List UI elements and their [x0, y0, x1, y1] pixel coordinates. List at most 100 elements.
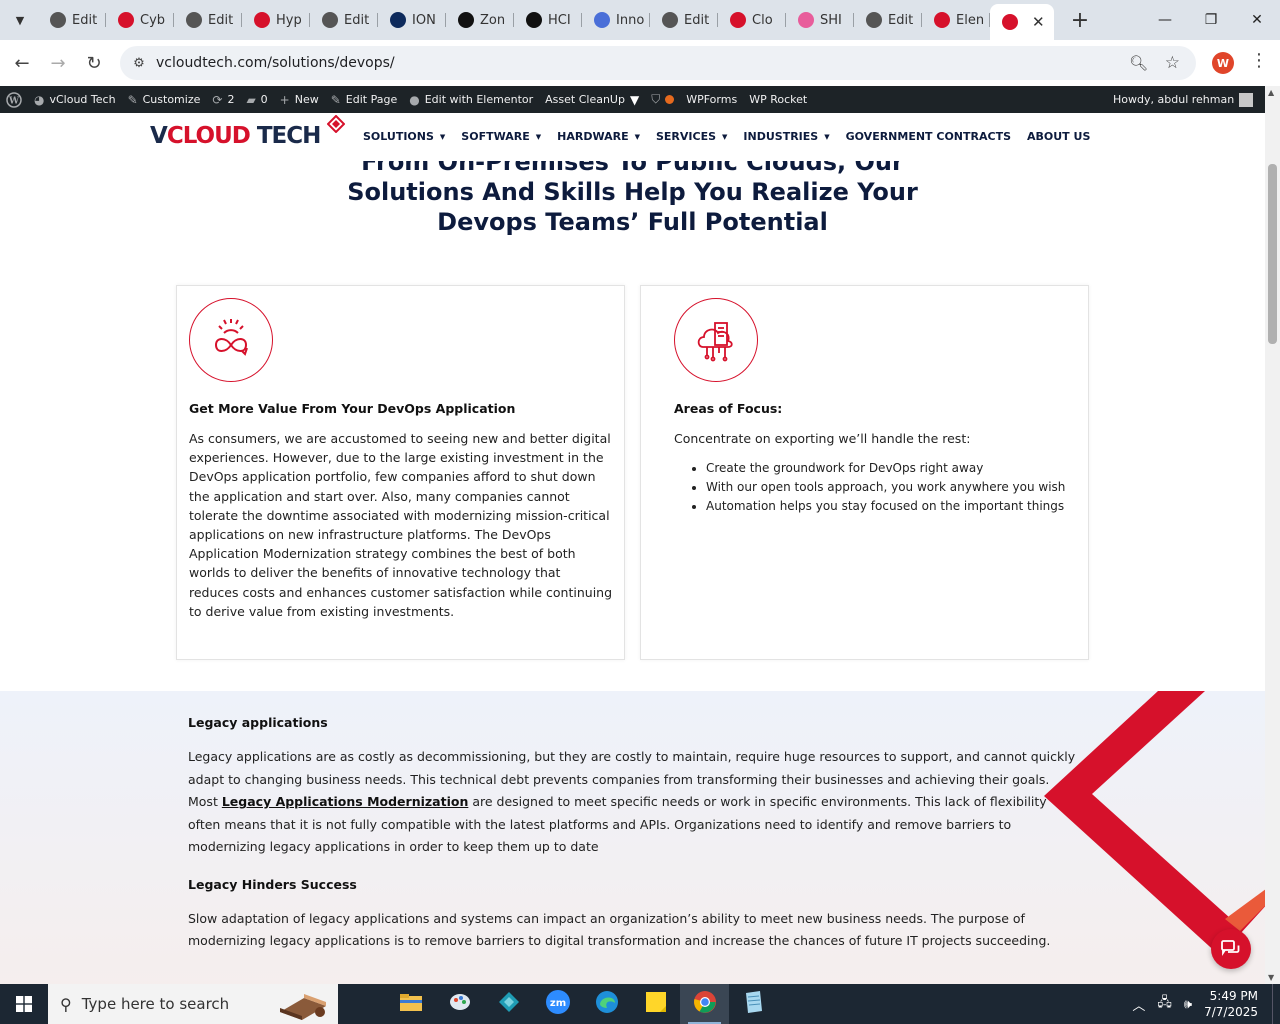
profile-avatar[interactable]: W	[1212, 52, 1234, 74]
adminbar-wp-rocket[interactable]: WP Rocket	[743, 86, 813, 113]
adminbar-asset-cleanup[interactable]: Asset CleanUp ▼	[539, 86, 645, 113]
chevron-up-icon[interactable]: ︿	[1132, 995, 1145, 1014]
taskbar-app-zoom[interactable]: zm	[533, 984, 582, 1024]
taskbar-app-paint[interactable]	[435, 984, 484, 1024]
wordpress-icon	[186, 12, 202, 28]
browser-tab[interactable]: Edit	[650, 4, 718, 36]
browser-tab[interactable]: Hyp	[242, 4, 310, 36]
elementor-diamond-icon	[934, 12, 950, 28]
browser-tab[interactable]: Edit	[310, 4, 378, 36]
close-window-button[interactable]: ✕	[1234, 0, 1280, 40]
bookmark-star-icon[interactable]: ☆	[1165, 53, 1180, 73]
adminbar-edit-elementor[interactable]: ● Edit with Elementor	[403, 86, 539, 113]
back-button[interactable]: ←	[4, 45, 40, 81]
browser-tab-active[interactable]: ✕	[990, 4, 1054, 40]
reload-button[interactable]: ↻	[76, 45, 112, 81]
file-explorer-icon	[399, 992, 423, 1016]
taskbar-app-chrome[interactable]	[680, 984, 729, 1024]
page-scrollbar[interactable]: ▲ ▼	[1265, 86, 1280, 984]
chevron-down-icon: ▼	[535, 132, 542, 141]
scroll-down-arrow[interactable]: ▼	[1268, 973, 1274, 982]
browser-tab[interactable]: SHI	[786, 4, 854, 36]
site-header: VCLOUD TECH SOLUTIONS ▼ SOFTWARE ▼ HARDWARE ▼…	[0, 113, 1265, 161]
taskbar-app-file-explorer[interactable]	[386, 984, 435, 1024]
restore-button[interactable]: ❐	[1188, 0, 1234, 40]
close-tab-icon[interactable]: ✕	[1032, 13, 1045, 31]
start-button[interactable]	[0, 984, 48, 1024]
adminbar-site-name[interactable]: ◕ vCloud Tech	[28, 86, 122, 113]
zoom-icon[interactable]: 🔍︎	[1129, 54, 1148, 72]
browser-tab[interactable]: Zon	[446, 4, 514, 36]
tab-title: HCI	[548, 12, 571, 28]
legacy-section: Legacy applications Legacy applications …	[0, 691, 1265, 984]
browser-tab[interactable]: Inno	[582, 4, 650, 36]
browser-tab[interactable]: Elen	[922, 4, 990, 36]
taskbar-app-sticky-notes[interactable]	[631, 984, 680, 1024]
forward-button[interactable]: →	[40, 45, 76, 81]
z-logo-icon	[458, 12, 474, 28]
site-logo[interactable]: VCLOUD TECH	[150, 123, 321, 149]
card-body-text: As consumers, we are accustomed to seein…	[189, 431, 613, 619]
scroll-thumb[interactable]	[1268, 164, 1277, 344]
adminbar-edit-page[interactable]: ✎ Edit Page	[325, 86, 404, 113]
volume-icon[interactable]: 🕪	[1184, 997, 1192, 1012]
adminbar-customize[interactable]: ✎ Customize	[122, 86, 207, 113]
nav-item-software[interactable]: SOFTWARE ▼	[461, 130, 541, 143]
address-bar[interactable]: ⚙ vcloudtech.com/solutions/devops/ 🔍︎ ☆	[120, 46, 1196, 80]
tab-search-button[interactable]: ▼	[6, 6, 34, 34]
tab-title: Inno	[616, 12, 645, 28]
nav-item-industries[interactable]: INDUSTRIES ▼	[743, 130, 829, 143]
tab-title: Edit	[72, 12, 98, 28]
browser-tab[interactable]: Cyb	[106, 4, 174, 36]
adminbar-shield[interactable]: ⛉	[645, 86, 680, 113]
taskbar-search[interactable]: ⚲ Type here to search	[48, 984, 338, 1024]
adminbar-updates[interactable]: ⟳ 2	[206, 86, 240, 113]
card-devops-value: Get More Value From Your DevOps Applicat…	[176, 285, 625, 660]
nav-item-hardware[interactable]: HARDWARE ▼	[557, 130, 640, 143]
taskbar-app-edge[interactable]	[582, 984, 631, 1024]
taskbar-app-notepad[interactable]	[729, 984, 778, 1024]
browser-tab[interactable]: Clo	[718, 4, 786, 36]
browser-tab[interactable]: HCI	[514, 4, 582, 36]
system-tray: ︿ 🖧 🕪 5:49 PM 7/7/2025	[1132, 984, 1280, 1024]
browser-tab[interactable]: ION	[378, 4, 446, 36]
legacy-modernization-link[interactable]: Legacy Applications Modernization	[222, 794, 469, 809]
nav-item-solutions[interactable]: SOLUTIONS ▼	[363, 130, 445, 143]
taskbar-app-app-diamond[interactable]	[484, 984, 533, 1024]
wordpress-logo-button[interactable]: W	[0, 86, 28, 113]
browser-tab[interactable]: Edit	[854, 4, 922, 36]
cake-promo-icon	[280, 994, 326, 1020]
tab-title: Clo	[752, 12, 773, 28]
openai-icon	[526, 12, 542, 28]
card-body: Concentrate on exporting we’ll handle th…	[674, 429, 1084, 516]
adminbar-account[interactable]: Howdy, abdul rehman	[1107, 86, 1259, 113]
legacy-paragraph: Legacy applications are as costly as dec…	[188, 749, 1076, 854]
page-viewport[interactable]: From On-Premises To Public Clouds, Our S…	[0, 113, 1265, 984]
browser-tab[interactable]: Edit	[38, 4, 106, 36]
nav-item-government-contracts[interactable]: GOVERNMENT CONTRACTS	[846, 130, 1011, 143]
minimize-button[interactable]: —	[1142, 0, 1188, 40]
taskbar-clock[interactable]: 5:49 PM 7/7/2025	[1204, 988, 1258, 1020]
adminbar-comments[interactable]: ▰ 0	[240, 86, 273, 113]
browser-menu-icon[interactable]: ⋮	[1250, 50, 1268, 71]
wordpress-icon	[50, 12, 66, 28]
url-text[interactable]: vcloudtech.com/solutions/devops/	[156, 55, 395, 71]
show-desktop-button[interactable]	[1272, 984, 1280, 1024]
legacy-subheading: Legacy Hinders Success	[188, 876, 357, 892]
card-title: Areas of Focus:	[674, 401, 783, 416]
adminbar-wpforms[interactable]: WPForms	[680, 86, 743, 113]
nav-item-services[interactable]: SERVICES ▼	[656, 130, 727, 143]
scroll-up-arrow[interactable]: ▲	[1268, 88, 1274, 97]
search-icon: ⚲	[60, 994, 72, 1014]
new-tab-button[interactable]: +	[1066, 6, 1094, 34]
browser-tab[interactable]: Edit	[174, 4, 242, 36]
chat-button[interactable]	[1211, 929, 1251, 969]
network-icon[interactable]: 🖧	[1157, 993, 1172, 1015]
chrome-icon	[693, 990, 717, 1018]
main-navigation: SOLUTIONS ▼ SOFTWARE ▼ HARDWARE ▼ SERVICES ▼ IND…	[363, 130, 1106, 143]
site-info-icon[interactable]: ⚙	[128, 56, 150, 71]
logo-diamond-icon	[327, 115, 345, 133]
adminbar-new[interactable]: + New	[274, 86, 325, 113]
nav-item-about-us[interactable]: ABOUT US	[1027, 130, 1090, 143]
sticky-notes-icon	[645, 991, 667, 1017]
